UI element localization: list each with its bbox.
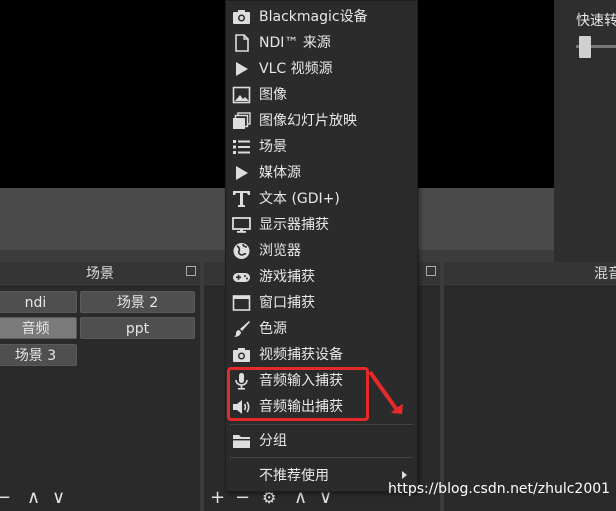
scene-item-audio[interactable]: 音频: [0, 317, 77, 339]
image-icon: [232, 86, 251, 104]
menu-item-label: 分组: [259, 433, 287, 449]
menu-item-label: 场景: [259, 139, 287, 155]
transition-panel-title: 快速转: [576, 13, 616, 29]
annotation-arrow: [368, 370, 403, 414]
menu-item-label: 图像幻灯片放映: [259, 113, 357, 129]
menu-item-display-capture[interactable]: 显示器捕获: [226, 212, 417, 238]
scene-item-scene3[interactable]: 场景 3: [0, 344, 77, 366]
scenes-dock: 场景 ndi 场景 2 音频 ppt 场景 3 − ∧ ∨: [0, 262, 200, 511]
menu-item-text[interactable]: 文本 (GDI+): [226, 186, 417, 212]
menu-item-video-capture[interactable]: 视频捕获设备: [226, 342, 417, 368]
camera-icon: [233, 348, 250, 362]
add-source-button[interactable]: +: [210, 487, 225, 509]
menu-item-label: 游戏捕获: [259, 269, 315, 285]
brush-icon: [234, 321, 250, 337]
menu-item-label: Blackmagic设备: [259, 9, 368, 25]
move-scene-down-button[interactable]: ∨: [52, 487, 65, 509]
menu-item-label: 视频捕获设备: [259, 347, 343, 363]
text-icon: [233, 191, 250, 207]
scenes-dock-title-text: 场景: [86, 266, 114, 282]
document-icon: [235, 34, 249, 52]
menu-item-label: 文本 (GDI+): [259, 191, 340, 207]
scene-item-scene2[interactable]: 场景 2: [80, 291, 195, 313]
scenes-dock-title: 场景: [0, 262, 200, 287]
menu-item-label: 不推荐使用: [259, 468, 329, 484]
submenu-arrow-icon: [402, 471, 407, 479]
menu-item-window-capture[interactable]: 窗口捕获: [226, 290, 417, 316]
menu-separator: [230, 457, 413, 458]
window-icon: [232, 295, 251, 311]
watermark-text: https://blog.csdn.net/zhulc2001: [388, 481, 611, 497]
monitor-icon: [232, 217, 251, 233]
dock-float-icon[interactable]: [426, 266, 436, 276]
menu-item-label: 显示器捕获: [259, 217, 329, 233]
list-icon: [233, 140, 250, 154]
gamepad-icon: [233, 273, 250, 282]
play-icon: [236, 62, 248, 76]
menu-item-scene[interactable]: 场景: [226, 134, 417, 160]
menu-item-color-source[interactable]: 色源: [226, 316, 417, 342]
dock-float-icon[interactable]: [186, 266, 196, 276]
menu-item-game-capture[interactable]: 游戏捕获: [226, 264, 417, 290]
menu-item-label: 浏览器: [259, 243, 301, 259]
transition-slider-handle[interactable]: [579, 36, 591, 58]
folder-icon: [233, 435, 250, 448]
scene-item-ppt[interactable]: ppt: [80, 317, 195, 339]
play-icon: [236, 166, 248, 180]
menu-item-label: NDI™ 来源: [259, 35, 331, 51]
slideshow-icon: [233, 112, 251, 129]
menu-item-label: 媒体源: [259, 165, 301, 181]
menu-item-blackmagic[interactable]: Blackmagic设备: [226, 4, 417, 30]
mixer-dock-title-text: 混音: [594, 266, 616, 282]
scene-item-ndi[interactable]: ndi: [0, 291, 77, 313]
menu-item-image[interactable]: 图像: [226, 82, 417, 108]
move-scene-up-button[interactable]: ∧: [27, 487, 40, 509]
menu-item-group[interactable]: 分组: [226, 428, 417, 454]
menu-item-ndi[interactable]: NDI™ 来源: [226, 30, 417, 56]
menu-item-vlc[interactable]: VLC 视频源: [226, 56, 417, 82]
globe-icon: [233, 243, 250, 259]
menu-item-media[interactable]: 媒体源: [226, 160, 417, 186]
audio-mixer-dock: 混音: [444, 262, 616, 511]
scenes-toolbar: − ∧ ∨: [0, 485, 200, 511]
menu-separator: [230, 424, 413, 425]
menu-item-label: VLC 视频源: [259, 61, 333, 77]
remove-scene-button[interactable]: −: [0, 487, 11, 509]
menu-item-label: 窗口捕获: [259, 295, 315, 311]
menu-item-label: 色源: [259, 321, 287, 337]
menu-item-label: 图像: [259, 87, 287, 103]
annotation-highlight-box: [227, 367, 369, 421]
menu-item-browser[interactable]: 浏览器: [226, 238, 417, 264]
menu-item-slideshow[interactable]: 图像幻灯片放映: [226, 108, 417, 134]
camera-icon: [233, 10, 250, 24]
mixer-dock-title: 混音: [444, 262, 616, 287]
